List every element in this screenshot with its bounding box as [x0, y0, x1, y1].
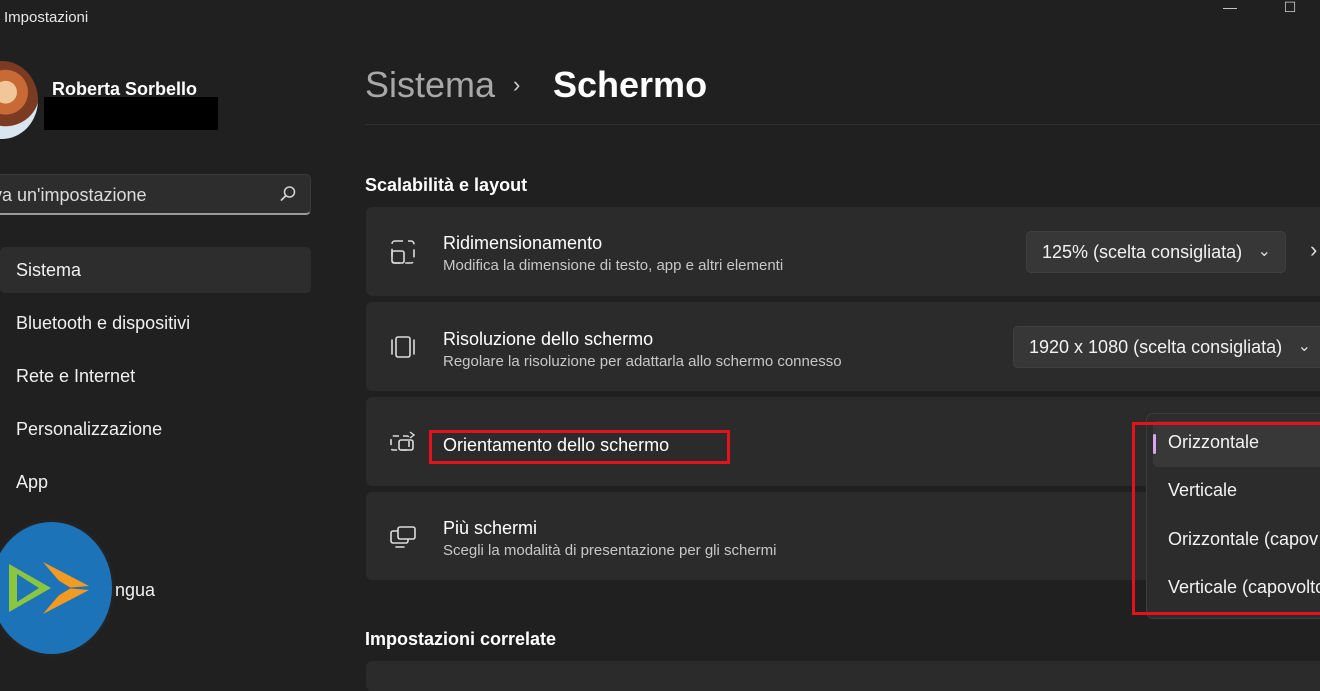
resolution-value: 1920 x 1080 (scelta consigliata)	[1029, 337, 1283, 357]
resolution-dropdown[interactable]: 1920 x 1080 (scelta consigliata) ⌄	[1013, 326, 1320, 368]
sidebar-item-label: Personalizzazione	[16, 419, 163, 439]
scale-icon	[391, 240, 415, 264]
sidebar-item-label: Sistema	[16, 260, 82, 280]
breadcrumb-chevron-icon: ›	[513, 72, 521, 97]
setting-title: Ridimensionamento	[443, 233, 603, 253]
setting-title: Risoluzione dello schermo	[443, 329, 654, 349]
chevron-down-icon: ⌄	[1257, 243, 1271, 260]
setting-subtitle: Scegli la modalità di presentazione per …	[443, 542, 777, 559]
section-title-scaling-layout: Scalabilità e layout	[365, 175, 528, 195]
chevron-down-icon: ⌄	[1297, 338, 1311, 355]
minimize-button[interactable]: —	[1207, 0, 1253, 15]
sidebar-item-label: Rete e Internet	[16, 366, 136, 386]
logo-icon	[9, 562, 89, 614]
setting-subtitle: Regolare la risoluzione per adattarla al…	[443, 353, 842, 370]
highlight-box-orientation-title	[429, 430, 730, 464]
sidebar-item-label: App	[16, 472, 49, 492]
search-input[interactable]: va un'impostazione	[0, 174, 311, 215]
breadcrumb-parent[interactable]: Sistema	[365, 64, 495, 106]
chevron-right-icon[interactable]: ›	[1310, 237, 1317, 263]
scaling-value: 125% (scelta consigliata)	[1042, 242, 1243, 262]
setting-card-scaling[interactable]: Ridimensionamento Modifica la dimensione…	[366, 207, 1320, 296]
sidebar-item-apps[interactable]: App	[0, 459, 311, 505]
page-title: Schermo	[553, 64, 708, 105]
redacted-email	[44, 97, 218, 130]
search-placeholder: va un'impostazione	[0, 185, 147, 205]
scaling-dropdown[interactable]: 125% (scelta consigliata) ⌄	[1026, 231, 1286, 273]
related-settings-card[interactable]	[366, 661, 1320, 691]
sidebar-item-bluetooth[interactable]: Bluetooth e dispositivi	[0, 300, 311, 346]
overlay-logo-badge	[0, 519, 115, 657]
window-title: Impostazioni	[4, 9, 89, 26]
setting-subtitle: Modifica la dimensione di testo, app e a…	[443, 257, 784, 274]
orientation-icon	[390, 431, 416, 451]
search-icon[interactable]	[278, 184, 298, 204]
maximize-button[interactable]: ☐	[1267, 0, 1313, 15]
sidebar-item-network[interactable]: Rete e Internet	[0, 353, 311, 399]
avatar[interactable]	[0, 61, 38, 139]
resolution-icon	[391, 336, 415, 358]
header-divider	[365, 124, 1320, 125]
section-title-related-settings: Impostazioni correlate	[365, 629, 557, 649]
highlight-box-orientation-options	[1132, 422, 1320, 615]
multiple-displays-icon	[390, 526, 416, 548]
setting-title: Più schermi	[443, 518, 538, 538]
setting-card-resolution[interactable]: Risoluzione dello schermo Regolare la ri…	[366, 302, 1320, 391]
sidebar-item-sistema[interactable]: Sistema	[0, 247, 311, 293]
sidebar-item-label: Bluetooth e dispositivi	[16, 313, 191, 333]
sidebar-item-language-partial[interactable]: ngua	[115, 580, 155, 601]
sidebar-item-personalization[interactable]: Personalizzazione	[0, 406, 311, 452]
